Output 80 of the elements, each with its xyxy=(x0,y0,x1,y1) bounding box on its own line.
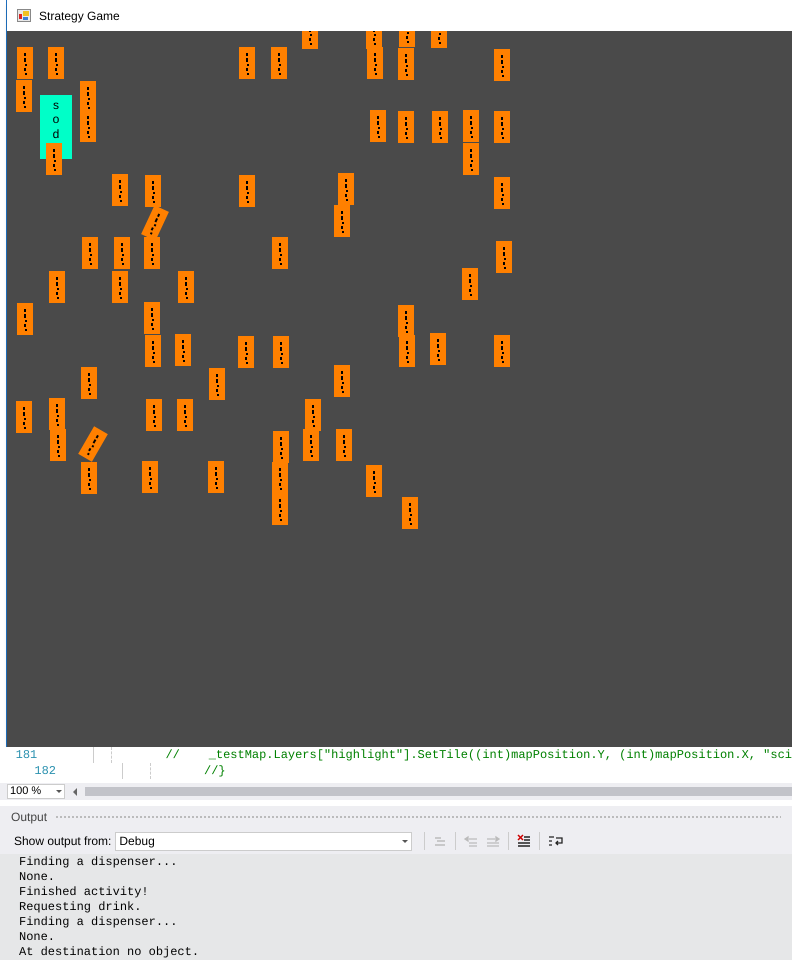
game-unit-sprite xyxy=(338,173,354,205)
game-unit-sprite xyxy=(272,237,288,269)
zoom-dropdown[interactable]: 100 % xyxy=(7,784,65,800)
game-unit-sprite xyxy=(494,49,510,81)
game-unit-sprite xyxy=(142,461,158,493)
game-unit-sprite xyxy=(273,431,289,463)
game-unit-sprite xyxy=(50,429,66,461)
game-unit-sprite xyxy=(145,335,161,367)
game-unit-sprite xyxy=(175,334,191,366)
caret-icon xyxy=(402,840,408,842)
game-unit-sprite xyxy=(496,241,512,273)
game-unit-sprite xyxy=(494,335,510,367)
game-unit-sprite xyxy=(239,175,255,207)
caret-icon xyxy=(56,790,62,794)
game-unit-sprite xyxy=(334,365,350,397)
output-line: Finding a dispenser... xyxy=(19,855,178,870)
panel-title: Output xyxy=(11,809,48,826)
game-unit-sprite xyxy=(334,205,350,237)
game-unit-sprite xyxy=(239,47,255,79)
game-unit-sprite xyxy=(463,143,479,175)
previous-icon[interactable] xyxy=(464,834,478,848)
game-unit-sprite xyxy=(46,143,62,175)
source-dropdown[interactable]: Debug xyxy=(115,832,412,850)
game-unit-sprite xyxy=(114,237,130,269)
output-line: Finding a dispenser... xyxy=(19,915,178,930)
scroll-left-icon[interactable] xyxy=(73,788,77,796)
game-unit-sprite xyxy=(462,268,478,300)
app-icon xyxy=(17,9,31,22)
game-unit-sprite xyxy=(303,429,319,461)
game-unit-sprite xyxy=(370,110,386,142)
game-unit-sprite xyxy=(209,368,225,400)
game-unit-sprite xyxy=(49,398,65,430)
code-line: // _testMap.Layers["highlight"].SetTile((int)mapPosition.Y, (int)mapPosition.X, "sci xyxy=(165,747,792,764)
output-line: Requesting drink. xyxy=(19,900,142,915)
game-unit-sprite xyxy=(16,401,32,433)
game-unit-sprite xyxy=(146,399,162,431)
output-line: At destination no object. xyxy=(19,945,200,960)
game-unit-sprite xyxy=(430,333,446,365)
game-unit-sprite xyxy=(494,177,510,209)
game-unit-sprite xyxy=(16,80,32,112)
output-line: None. xyxy=(19,870,56,885)
game-unit-sprite xyxy=(17,303,33,335)
game-unit-sprite xyxy=(49,271,65,303)
next-icon[interactable] xyxy=(486,834,500,848)
game-unit-sprite xyxy=(238,336,254,368)
game-unit-sprite xyxy=(144,302,160,334)
game-unit-sprite xyxy=(273,336,289,368)
source-label: Show output from: xyxy=(14,833,112,850)
game-unit-sprite xyxy=(336,429,352,461)
game-unit-sprite xyxy=(17,47,33,79)
game-unit-sprite xyxy=(432,111,448,143)
game-unit-sprite xyxy=(81,367,97,399)
game-unit-sprite xyxy=(80,110,96,142)
game-unit-sprite xyxy=(177,399,193,431)
word-wrap-icon[interactable] xyxy=(548,834,564,848)
output-line: None. xyxy=(19,930,56,945)
game-unit-sprite xyxy=(366,465,382,497)
game-unit-sprite xyxy=(112,174,128,206)
game-unit-sprite xyxy=(494,111,510,143)
game-unit-sprite xyxy=(48,47,64,79)
line-number: 182 xyxy=(33,763,57,780)
game-unit-sprite xyxy=(178,271,194,303)
output-line: Finished activity! xyxy=(19,885,150,900)
game-unit-sprite xyxy=(271,47,287,79)
game-unit-sprite xyxy=(402,497,418,529)
game-unit-sprite xyxy=(272,493,288,525)
game-unit-sprite xyxy=(398,111,414,143)
clear-all-icon[interactable] xyxy=(517,834,532,848)
line-number: 181 xyxy=(14,747,38,764)
game-unit-sprite xyxy=(463,110,479,142)
game-unit-sprite xyxy=(80,81,96,113)
horizontal-scrollbar[interactable] xyxy=(85,787,792,796)
game-unit-sprite xyxy=(305,399,321,431)
game-unit-sprite xyxy=(82,237,98,269)
game-unit-sprite xyxy=(399,335,415,367)
game-unit-sprite xyxy=(398,305,414,337)
window-title: Strategy Game xyxy=(39,8,120,24)
game-unit-sprite xyxy=(208,461,224,493)
game-unit-sprite xyxy=(112,271,128,303)
code-line: //} xyxy=(204,763,226,780)
